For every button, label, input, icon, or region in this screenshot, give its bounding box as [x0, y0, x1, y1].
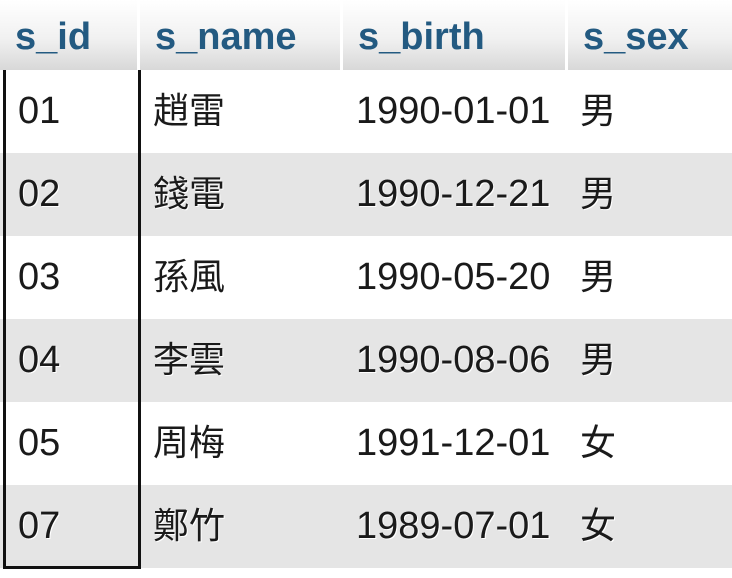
- table-header: s_id s_name s_birth s_sex: [0, 0, 732, 70]
- cell-s-id[interactable]: 02: [18, 153, 60, 236]
- cell-s-sex[interactable]: 女: [580, 485, 616, 568]
- cell-s-id[interactable]: 07: [18, 485, 60, 568]
- cell-s-sex[interactable]: 女: [580, 402, 616, 485]
- table-row[interactable]: 02 錢電 1990-12-21 男: [0, 153, 732, 236]
- cell-s-id[interactable]: 05: [18, 402, 60, 485]
- cell-s-name[interactable]: 周梅: [153, 402, 225, 485]
- table-row[interactable]: 04 李雲 1990-08-06 男: [0, 319, 732, 402]
- cell-s-sex[interactable]: 男: [580, 319, 616, 402]
- cell-s-birth[interactable]: 1990-08-06: [356, 319, 550, 402]
- cell-s-sex[interactable]: 男: [580, 236, 616, 319]
- column-header-s-sex[interactable]: s_sex: [568, 0, 732, 70]
- cell-s-birth[interactable]: 1990-12-21: [356, 153, 550, 236]
- column-header-s-id[interactable]: s_id: [0, 0, 140, 70]
- column-header-s-name[interactable]: s_name: [140, 0, 343, 70]
- cell-s-name[interactable]: 李雲: [153, 319, 225, 402]
- cell-s-name[interactable]: 孫風: [153, 236, 225, 319]
- result-table: s_id s_name s_birth s_sex 01 趙雷 1990-01-…: [0, 0, 732, 578]
- cell-s-birth[interactable]: 1989-07-01: [356, 485, 550, 568]
- cell-s-birth[interactable]: 1990-01-01: [356, 70, 550, 153]
- cell-s-id[interactable]: 03: [18, 236, 60, 319]
- column-header-s-birth[interactable]: s_birth: [343, 0, 568, 70]
- cell-s-sex[interactable]: 男: [580, 70, 616, 153]
- cell-s-name[interactable]: 鄭竹: [153, 485, 225, 568]
- table-row[interactable]: 03 孫風 1990-05-20 男: [0, 236, 732, 319]
- cell-s-birth[interactable]: 1990-05-20: [356, 236, 550, 319]
- table-row[interactable]: 01 趙雷 1990-01-01 男: [0, 70, 732, 153]
- cell-s-sex[interactable]: 男: [580, 153, 616, 236]
- table-row[interactable]: 07 鄭竹 1989-07-01 女: [0, 485, 732, 568]
- table-body: 01 趙雷 1990-01-01 男 02 錢電 1990-12-21 男 03…: [0, 70, 732, 568]
- cell-s-id[interactable]: 01: [18, 70, 60, 153]
- cell-s-name[interactable]: 錢電: [153, 153, 225, 236]
- cell-s-birth[interactable]: 1991-12-01: [356, 402, 550, 485]
- cell-s-id[interactable]: 04: [18, 319, 60, 402]
- cell-s-name[interactable]: 趙雷: [153, 70, 225, 153]
- table-row[interactable]: 05 周梅 1991-12-01 女: [0, 402, 732, 485]
